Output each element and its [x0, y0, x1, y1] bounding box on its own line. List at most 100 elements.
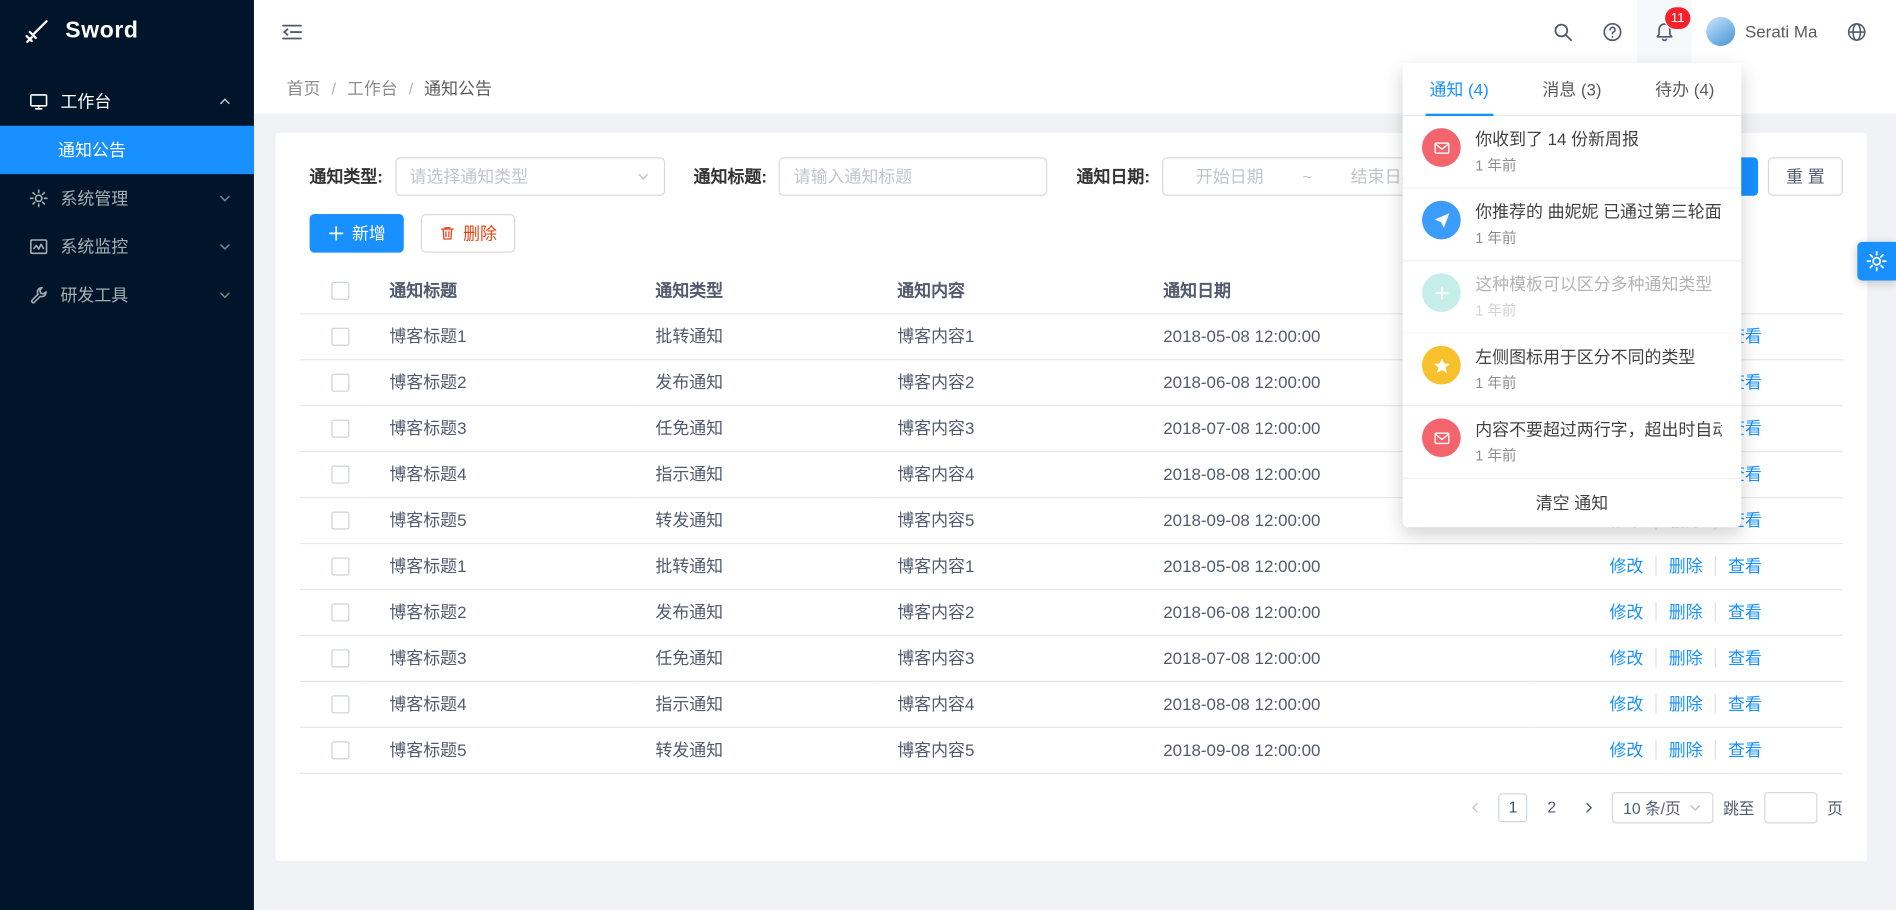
search-icon	[1553, 21, 1574, 42]
delete-link[interactable]: 删除	[1655, 648, 1702, 667]
notification-bell-button[interactable]: 11	[1637, 0, 1691, 63]
theme-settings-button[interactable]	[1857, 242, 1896, 281]
view-link[interactable]: 查看	[1715, 602, 1762, 621]
language-button[interactable]	[1832, 0, 1882, 63]
delete-link[interactable]: 删除	[1655, 556, 1702, 575]
breadcrumb-separator: /	[409, 79, 414, 98]
pagination-prev-button[interactable]	[1462, 794, 1489, 821]
tab-notifications[interactable]: 通知 (4)	[1403, 63, 1516, 115]
notification-item[interactable]: 内容不要超过两行字，超出时自动截断 1 年前	[1403, 406, 1742, 479]
notification-avatar	[1422, 346, 1461, 385]
collapse-sidebar-button[interactable]	[273, 13, 309, 49]
edit-link[interactable]: 修改	[1609, 648, 1643, 667]
notification-item[interactable]: 你推荐的 曲妮妮 已通过第三轮面试 1 年前	[1403, 189, 1742, 262]
sidebar-item-notice-board[interactable]: 通知公告	[0, 126, 254, 174]
delete-button[interactable]: 删除	[421, 214, 515, 253]
select-placeholder: 请选择通知类型	[410, 164, 529, 188]
edit-link[interactable]: 修改	[1609, 602, 1643, 621]
add-button[interactable]: 新增	[310, 214, 404, 253]
notification-item[interactable]: 左侧图标用于区分不同的类型 1 年前	[1403, 334, 1742, 407]
date-separator: ~	[1302, 167, 1312, 186]
cell-content: 博客内容4	[875, 451, 1141, 497]
sidebar-item-label: 研发工具	[60, 283, 217, 307]
breadcrumb-workbench[interactable]: 工作台	[347, 76, 398, 100]
tab-messages[interactable]: 消息 (3)	[1516, 63, 1629, 115]
notification-list: 你收到了 14 份新周报 1 年前 你推荐的 曲妮妮 已通过第三轮面试 1 年前	[1403, 116, 1742, 479]
view-link[interactable]: 查看	[1715, 740, 1762, 759]
notification-item[interactable]: 你收到了 14 份新周报 1 年前	[1403, 116, 1742, 189]
view-link[interactable]: 查看	[1715, 648, 1762, 667]
mail-icon	[1432, 429, 1450, 447]
cell-content: 博客内容1	[875, 313, 1141, 359]
pagination-next-button[interactable]	[1576, 794, 1603, 821]
notification-badge: 11	[1665, 7, 1691, 29]
cell-date: 2018-07-08 12:00:00	[1141, 635, 1528, 681]
date-start-placeholder: 开始日期	[1196, 164, 1264, 188]
edit-link[interactable]: 修改	[1609, 740, 1643, 759]
edit-link[interactable]: 修改	[1609, 694, 1643, 713]
app-logo[interactable]: Sword	[0, 0, 254, 63]
cell-date: 2018-06-08 12:00:00	[1141, 589, 1528, 635]
cell-title: 博客标题1	[368, 543, 634, 589]
star-icon	[1432, 356, 1450, 374]
sidebar-item-dev-tools[interactable]: 研发工具	[0, 271, 254, 319]
pagination-page-2[interactable]: 2	[1537, 793, 1566, 822]
notice-title-input[interactable]	[779, 157, 1047, 196]
trash-icon	[439, 225, 456, 242]
topbar: 11 Serati Ma	[254, 0, 1896, 63]
sidebar-item-workbench[interactable]: 工作台	[0, 77, 254, 125]
filter-title-group: 通知标题:	[694, 157, 1048, 196]
row-checkbox[interactable]	[331, 328, 349, 346]
chevron-down-icon	[218, 288, 233, 303]
help-button[interactable]	[1588, 0, 1638, 63]
user-menu[interactable]: Serati Ma	[1692, 0, 1832, 63]
plus-icon	[1432, 284, 1450, 302]
row-checkbox[interactable]	[331, 696, 349, 714]
jump-page-input[interactable]	[1764, 791, 1817, 822]
chevron-right-icon	[1583, 801, 1595, 813]
chevron-up-icon	[218, 94, 233, 109]
cell-title: 博客标题1	[368, 313, 634, 359]
column-title: 通知标题	[368, 267, 634, 313]
delete-link[interactable]: 删除	[1655, 694, 1702, 713]
row-checkbox[interactable]	[331, 466, 349, 484]
jump-label: 跳至	[1723, 796, 1754, 819]
delete-link[interactable]: 删除	[1655, 602, 1702, 621]
table-row: 博客标题5 转发通知 博客内容5 2018-09-08 12:00:00 修改删…	[300, 727, 1843, 773]
topbar-right: 11 Serati Ma	[1538, 0, 1881, 63]
question-circle-icon	[1602, 21, 1623, 42]
select-all-checkbox[interactable]	[331, 282, 349, 300]
tab-todos[interactable]: 待办 (4)	[1628, 63, 1741, 115]
clear-notifications-button[interactable]: 清空 通知	[1403, 479, 1742, 527]
breadcrumb-current: 通知公告	[424, 76, 492, 100]
page-size-select[interactable]: 10 条/页	[1612, 791, 1713, 822]
row-checkbox[interactable]	[331, 374, 349, 392]
sidebar-item-label: 通知公告	[58, 138, 126, 162]
sidebar-item-system-monitor[interactable]: 系统监控	[0, 222, 254, 270]
cell-type: 转发通知	[634, 497, 876, 543]
breadcrumb-home[interactable]: 首页	[287, 76, 321, 100]
row-checkbox[interactable]	[331, 650, 349, 668]
cell-title: 博客标题3	[368, 405, 634, 451]
edit-link[interactable]: 修改	[1609, 556, 1643, 575]
pagination-page-1[interactable]: 1	[1499, 793, 1528, 822]
notification-item-read[interactable]: 这种模板可以区分多种通知类型 1 年前	[1403, 261, 1742, 334]
view-link[interactable]: 查看	[1715, 556, 1762, 575]
row-checkbox[interactable]	[331, 420, 349, 438]
sidebar-item-system-management[interactable]: 系统管理	[0, 174, 254, 222]
reset-button[interactable]: 重 置	[1768, 157, 1843, 196]
filter-title-label: 通知标题:	[694, 164, 767, 188]
sword-icon	[22, 17, 51, 46]
delete-link[interactable]: 删除	[1655, 740, 1702, 759]
sidebar: Sword 工作台 通知公告	[0, 0, 254, 910]
cell-type: 批转通知	[634, 313, 876, 359]
view-link[interactable]: 查看	[1715, 694, 1762, 713]
notice-type-select[interactable]: 请选择通知类型	[395, 157, 665, 196]
chevron-down-icon	[636, 169, 651, 184]
row-checkbox[interactable]	[331, 742, 349, 760]
search-button[interactable]	[1538, 0, 1588, 63]
row-checkbox[interactable]	[331, 512, 349, 530]
cell-type: 任免通知	[634, 635, 876, 681]
row-checkbox[interactable]	[331, 604, 349, 622]
row-checkbox[interactable]	[331, 558, 349, 576]
